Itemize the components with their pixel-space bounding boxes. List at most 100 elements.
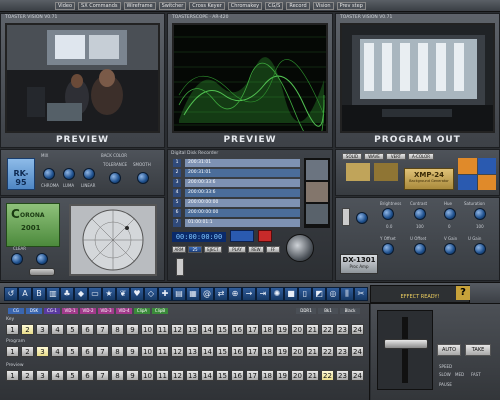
- switcher-source-button[interactable]: 5: [66, 346, 79, 357]
- solid-button[interactable]: SOLID: [342, 153, 362, 160]
- switcher-source-button[interactable]: 22: [321, 346, 334, 357]
- rect-icon[interactable]: ▭: [88, 287, 102, 301]
- recorder-slot[interactable]: 7 01:00:01:1: [170, 218, 300, 228]
- menu-item[interactable]: Video: [55, 1, 76, 10]
- saturation-knob[interactable]: [474, 208, 486, 220]
- switcher-source-button[interactable]: 4: [51, 324, 64, 335]
- switcher-source-button[interactable]: 2: [21, 346, 34, 357]
- menu-item[interactable]: Prev step: [336, 1, 366, 10]
- u-offset-knob[interactable]: [414, 243, 426, 255]
- y-offset-knob[interactable]: [382, 243, 394, 255]
- fold-icon[interactable]: ◩: [312, 287, 326, 301]
- program-screen[interactable]: [340, 23, 495, 133]
- eject-button[interactable]: EJECT: [204, 246, 222, 253]
- switcher-source-button[interactable]: 9: [126, 346, 139, 357]
- recorder-slot[interactable]: 2 200:31:01: [170, 168, 300, 178]
- brightness-knob[interactable]: [382, 208, 394, 220]
- hue-knob[interactable]: [444, 208, 456, 220]
- play-button[interactable]: PLAY: [228, 246, 246, 253]
- linear-knob[interactable]: [83, 168, 95, 180]
- heart-icon[interactable]: ♥: [130, 287, 144, 301]
- switcher-source-button[interactable]: 14: [201, 346, 214, 357]
- switcher-source-button[interactable]: 16: [231, 346, 244, 357]
- switcher-source-button[interactable]: 24: [351, 346, 364, 357]
- switcher-tab[interactable]: ClipA: [134, 308, 150, 314]
- jog-wheel[interactable]: [286, 234, 314, 262]
- switcher-source-button[interactable]: 20: [291, 346, 304, 357]
- v-gain-knob[interactable]: [444, 243, 456, 255]
- waveform-screen[interactable]: [172, 23, 328, 133]
- spin-icon[interactable]: ✺: [270, 287, 284, 301]
- switcher-source-button[interactable]: 15: [216, 370, 229, 381]
- switcher-source-button[interactable]: 12: [171, 324, 184, 335]
- corona-toggle[interactable]: [29, 268, 55, 276]
- speed-fast[interactable]: FAST: [471, 372, 481, 377]
- menu-item[interactable]: SX Commands: [78, 1, 121, 10]
- luma-knob[interactable]: [63, 168, 75, 180]
- switcher-source-button[interactable]: 17: [246, 346, 259, 357]
- switcher-tab[interactable]: VID-3: [98, 308, 114, 314]
- switcher-source-button[interactable]: 21: [306, 370, 319, 381]
- switcher-source-button[interactable]: 18: [261, 370, 274, 381]
- switcher-tab[interactable]: VID-1: [62, 308, 78, 314]
- contrast-knob[interactable]: [414, 208, 426, 220]
- switcher-source-button[interactable]: 24: [351, 324, 364, 335]
- switcher-source-button[interactable]: 12: [171, 370, 184, 381]
- switcher-source-button[interactable]: 14: [201, 370, 214, 381]
- switcher-source-button[interactable]: 11: [156, 346, 169, 357]
- switcher-source-button[interactable]: 7: [96, 346, 109, 357]
- corona-knob-2[interactable]: [36, 253, 48, 265]
- switcher-source-button[interactable]: 5: [66, 370, 79, 381]
- switcher-source-button[interactable]: 17: [246, 370, 259, 381]
- switcher-tab[interactable]: CG-1: [44, 308, 60, 314]
- menu-item[interactable]: Cross Keyer: [189, 1, 225, 10]
- switcher-tab[interactable]: VID-4: [116, 308, 132, 314]
- a-icon[interactable]: A: [18, 287, 32, 301]
- switcher-tab[interactable]: DSK: [26, 308, 42, 314]
- grid-icon[interactable]: ▦: [186, 287, 200, 301]
- switcher-source-button[interactable]: 11: [156, 370, 169, 381]
- switcher-tab[interactable]: CG: [8, 308, 24, 314]
- menu-item[interactable]: Record: [286, 1, 310, 10]
- switcher-source-button[interactable]: 21: [306, 346, 319, 357]
- menu-item[interactable]: Wireframe: [123, 1, 156, 10]
- help-icon[interactable]: ?: [456, 286, 470, 300]
- switcher-source-button[interactable]: 16: [231, 324, 244, 335]
- switcher-source-button[interactable]: 15: [216, 324, 229, 335]
- record-button-blue[interactable]: [230, 230, 254, 242]
- speed-slow[interactable]: SLOW: [439, 372, 451, 377]
- switcher-source-button[interactable]: 10: [141, 346, 154, 357]
- switcher-source-button[interactable]: 22: [321, 370, 334, 381]
- switcher-source-button[interactable]: 19: [276, 324, 289, 335]
- bars-icon[interactable]: ▤: [172, 287, 186, 301]
- switcher-source-button[interactable]: 7: [96, 324, 109, 335]
- switcher-source-button[interactable]: 9: [126, 370, 139, 381]
- zoom-icon[interactable]: ⊕: [228, 287, 242, 301]
- switcher-source-button[interactable]: 6: [81, 346, 94, 357]
- menu-item[interactable]: Chromakey: [227, 1, 263, 10]
- switcher-source-button[interactable]: 22: [321, 324, 334, 335]
- switcher-source-button[interactable]: 10: [141, 324, 154, 335]
- switcher-source-button[interactable]: 6: [81, 370, 94, 381]
- page-icon[interactable]: ▯: [298, 287, 312, 301]
- switcher-source-button[interactable]: 2: [21, 324, 34, 335]
- ring-icon[interactable]: ◎: [326, 287, 340, 301]
- speed-med[interactable]: MED: [455, 372, 464, 377]
- proc-switch[interactable]: [342, 208, 350, 226]
- switcher-source-button[interactable]: 2: [21, 370, 34, 381]
- switcher-source-button[interactable]: 10: [141, 370, 154, 381]
- color-grid[interactable]: [458, 158, 496, 190]
- fish-icon[interactable]: ◆: [74, 287, 88, 301]
- arrow-icon[interactable]: ↺: [4, 287, 18, 301]
- preview-screen-1[interactable]: [5, 23, 160, 133]
- switcher-source-button[interactable]: 1: [6, 346, 19, 357]
- diamond-icon[interactable]: ◇: [144, 287, 158, 301]
- switcher-source-button[interactable]: 15: [216, 346, 229, 357]
- flip-icon[interactable]: ⇄: [214, 287, 228, 301]
- swirl-icon[interactable]: @: [200, 287, 214, 301]
- auto-button[interactable]: AUTO: [437, 344, 461, 356]
- switcher-source-button[interactable]: 13: [186, 324, 199, 335]
- switcher-source-button[interactable]: 1: [6, 324, 19, 335]
- switcher-source-button[interactable]: 8: [111, 370, 124, 381]
- switcher-source-button[interactable]: 18: [261, 346, 274, 357]
